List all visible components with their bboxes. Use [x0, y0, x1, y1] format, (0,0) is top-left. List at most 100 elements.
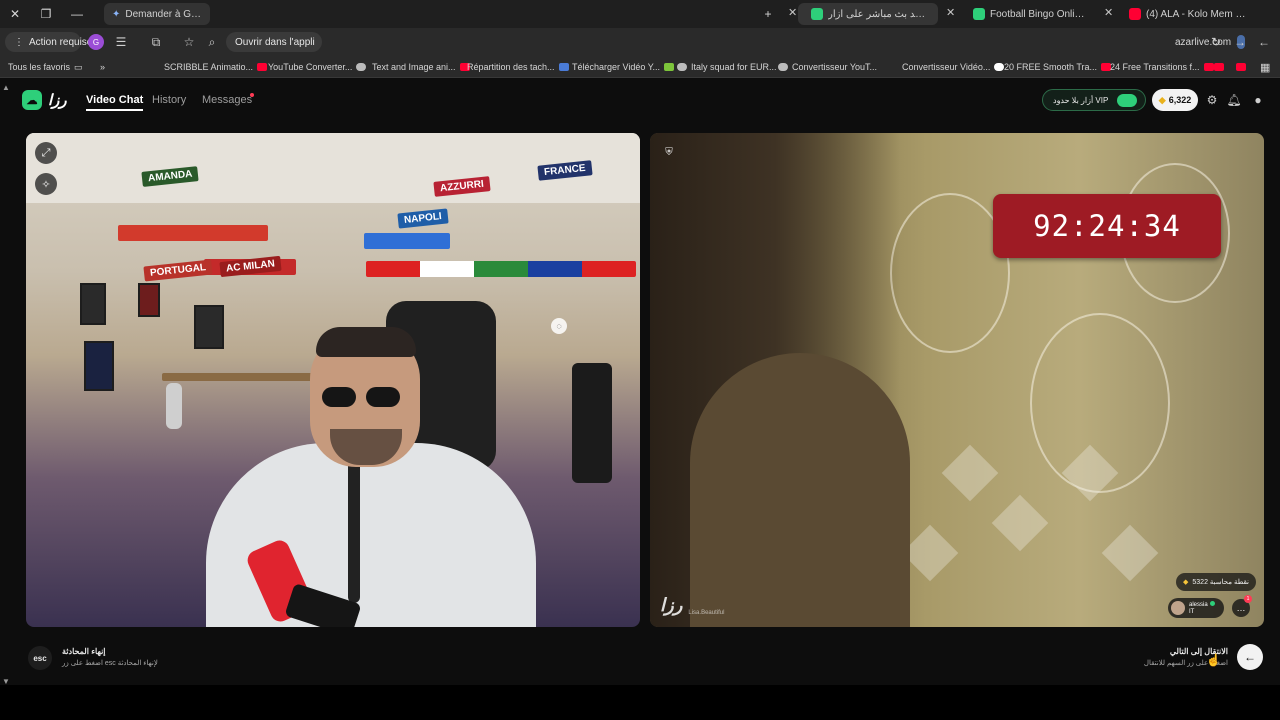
bookmark-item[interactable]: Répartition des tach...	[467, 60, 569, 74]
notification-bell-icon[interactable]: 🔔︎	[1226, 92, 1242, 108]
person-shirt	[206, 443, 536, 627]
back-icon[interactable]: ←	[1255, 33, 1273, 51]
azar-logo-icon: ☁	[22, 90, 42, 110]
bookmark-item[interactable]: YouTube Converter...	[268, 60, 367, 74]
all-favorites-label: Tous les favoris	[8, 62, 71, 72]
bookmark-item[interactable]: Italy squad for EUR...	[677, 60, 777, 74]
action-required-button[interactable]: ⋮ Action requise	[5, 32, 92, 52]
bookmark-item[interactable]: 20 FREE Smooth Tra...	[1004, 60, 1112, 74]
vip-button[interactable]: أزار بلا حدود VIP	[1042, 89, 1146, 111]
bookmark-label: Répartition des tach...	[467, 62, 555, 72]
tab-close-icon[interactable]: ✕	[788, 6, 797, 19]
converter-icon	[356, 63, 367, 71]
profile-avatar[interactable]: G	[88, 34, 104, 50]
gift-points-badge[interactable]: ◆ 5322 نقطة محاسبة	[1176, 573, 1256, 591]
bookmark-item[interactable]: SCRIBBLE Animatio...	[164, 60, 268, 74]
sunglasses-left	[322, 387, 356, 407]
remote-user-country: IT	[1189, 608, 1195, 615]
vip-label: أزار بلا حدود VIP	[1053, 95, 1109, 105]
chat-unread-badge: 1	[1244, 595, 1252, 603]
forward-icon[interactable]: →	[1231, 33, 1249, 51]
scarf-decoration	[118, 225, 268, 241]
doc-icon	[558, 63, 569, 71]
bookmarks-bar: Tous les favoris ▭ » SCRIBBLE Animatio..…	[0, 56, 1280, 78]
restore-window-icon[interactable]: ❐	[35, 4, 57, 24]
tab-youtube[interactable]: (4) ALA - Kolo Mem (Official M	[1116, 3, 1256, 25]
wall-frame	[80, 283, 106, 325]
close-window-icon[interactable]: ✕	[4, 4, 26, 24]
bookmark-label: YouTube Converter...	[268, 62, 353, 72]
remote-user-chip[interactable]: alessia IT	[1168, 598, 1224, 618]
tab-title: شاهد بث مباشر على أزار	[828, 8, 930, 20]
bookmark-item[interactable]: Text and Image ani...	[372, 60, 470, 74]
tab-title: (4) ALA - Kolo Mem (Official M	[1146, 8, 1248, 20]
messages-unread-dot	[250, 93, 254, 97]
logo-text: رزا	[48, 92, 67, 109]
nav-video-chat[interactable]: Video Chat	[86, 94, 144, 111]
remote-person-shoulder	[690, 353, 910, 627]
apps-grid-icon[interactable]: ▦	[1260, 60, 1270, 74]
globe-icon	[677, 63, 687, 71]
open-in-app-button[interactable]: Ouvrir dans l'appli	[226, 32, 322, 52]
bookmark-item[interactable]: Télécharger Vidéo Y...	[572, 60, 675, 74]
coins-button[interactable]: ◆ 6,322	[1152, 89, 1198, 111]
bookmark-label: SCRIBBLE Animatio...	[164, 62, 254, 72]
reload-icon[interactable]: ↻	[1207, 33, 1225, 51]
expand-icon[interactable]: ⤢	[35, 142, 57, 164]
bookmark-item[interactable]: Convertisseur YouT...	[778, 60, 877, 74]
bookmark-item[interactable]	[1232, 60, 1246, 74]
action-required-label: Action requise	[29, 36, 93, 48]
zoom-icon[interactable]: ⌕	[203, 33, 221, 51]
bookmark-item[interactable]: Convertisseur Vidéo...	[902, 60, 1005, 74]
browser-tab-strip: ✕ ❐ — ✦ Demander à Gemini + ✕ شاهد بث مب…	[0, 0, 1280, 28]
coins-value: 6,322	[1168, 95, 1192, 105]
bookmark-item[interactable]: 24 Free Transitions f...	[1110, 60, 1214, 74]
online-status-dot	[1209, 600, 1215, 606]
minimize-window-icon[interactable]: —	[66, 4, 88, 24]
remote-video-panel: ⛨ 92:24:34 رزا Lisa.Beautiful ◆ 5322 نقط…	[650, 133, 1264, 627]
tune-icon[interactable]: ☰	[112, 33, 130, 51]
bookmark-item[interactable]	[1210, 60, 1224, 74]
download-icon	[664, 63, 675, 71]
new-tab-icon[interactable]: +	[757, 4, 779, 24]
extensions-icon[interactable]: ⧉	[147, 33, 165, 51]
lace-pattern	[1101, 524, 1159, 582]
azar-watermark: رزا Lisa.Beautiful	[660, 595, 724, 616]
bookmark-star-icon[interactable]: ☆	[180, 33, 198, 51]
tab-football-bingo[interactable]: Football Bingo Online - Play N	[960, 3, 1098, 25]
lace-pattern	[991, 494, 1049, 552]
sunglasses-right	[366, 387, 400, 407]
google-icon	[994, 63, 1005, 71]
vip-cloud-icon	[1117, 94, 1137, 107]
person-hair	[316, 327, 416, 357]
azar-favicon-icon	[811, 8, 823, 20]
all-favorites-button[interactable]: Tous les favoris ▭	[8, 60, 83, 74]
next-arrow-button[interactable]: ←	[1237, 644, 1263, 670]
browser-toolbar: ⋮ Action requise G ☰ ⧉ ☆ ⌕ Ouvrir dans l…	[0, 28, 1280, 56]
bookmark-label: Text and Image ani...	[372, 62, 456, 72]
gem-icon: ◆	[1183, 579, 1189, 586]
effects-wand-icon[interactable]: ✧	[35, 173, 57, 195]
settings-gear-icon[interactable]: ⚙	[1204, 92, 1220, 108]
chair	[166, 383, 182, 429]
tab-azar[interactable]: شاهد بث مباشر على أزار	[798, 3, 938, 25]
esc-button[interactable]: esc	[28, 646, 52, 670]
nav-history[interactable]: History	[152, 94, 186, 106]
nav-messages[interactable]: Messages	[202, 94, 252, 106]
bookmark-label: 20 FREE Smooth Tra...	[1004, 62, 1098, 72]
bookmarks-more-button[interactable]: »	[100, 60, 105, 74]
youtube-favicon-icon	[1129, 8, 1141, 20]
wall-frame	[194, 305, 224, 349]
gemini-label: Demander à Gemini	[125, 8, 202, 20]
report-shield-icon[interactable]: ⛨	[660, 143, 678, 161]
tab-close-icon[interactable]: ✕	[1104, 6, 1113, 19]
azar-logo[interactable]: ☁ رزا	[22, 90, 67, 110]
profile-icon[interactable]: ●	[1250, 92, 1266, 108]
hand-cursor-icon: ☝	[1206, 653, 1221, 667]
scroll-up-arrow-icon[interactable]: ▲	[2, 83, 10, 92]
gemini-button[interactable]: ✦ Demander à Gemini	[104, 3, 210, 25]
loading-spinner-icon: ◌	[551, 318, 567, 334]
tab-close-icon[interactable]: ✕	[946, 6, 955, 19]
bookmark-label: Télécharger Vidéo Y...	[572, 62, 661, 72]
lace-pattern	[941, 444, 999, 502]
